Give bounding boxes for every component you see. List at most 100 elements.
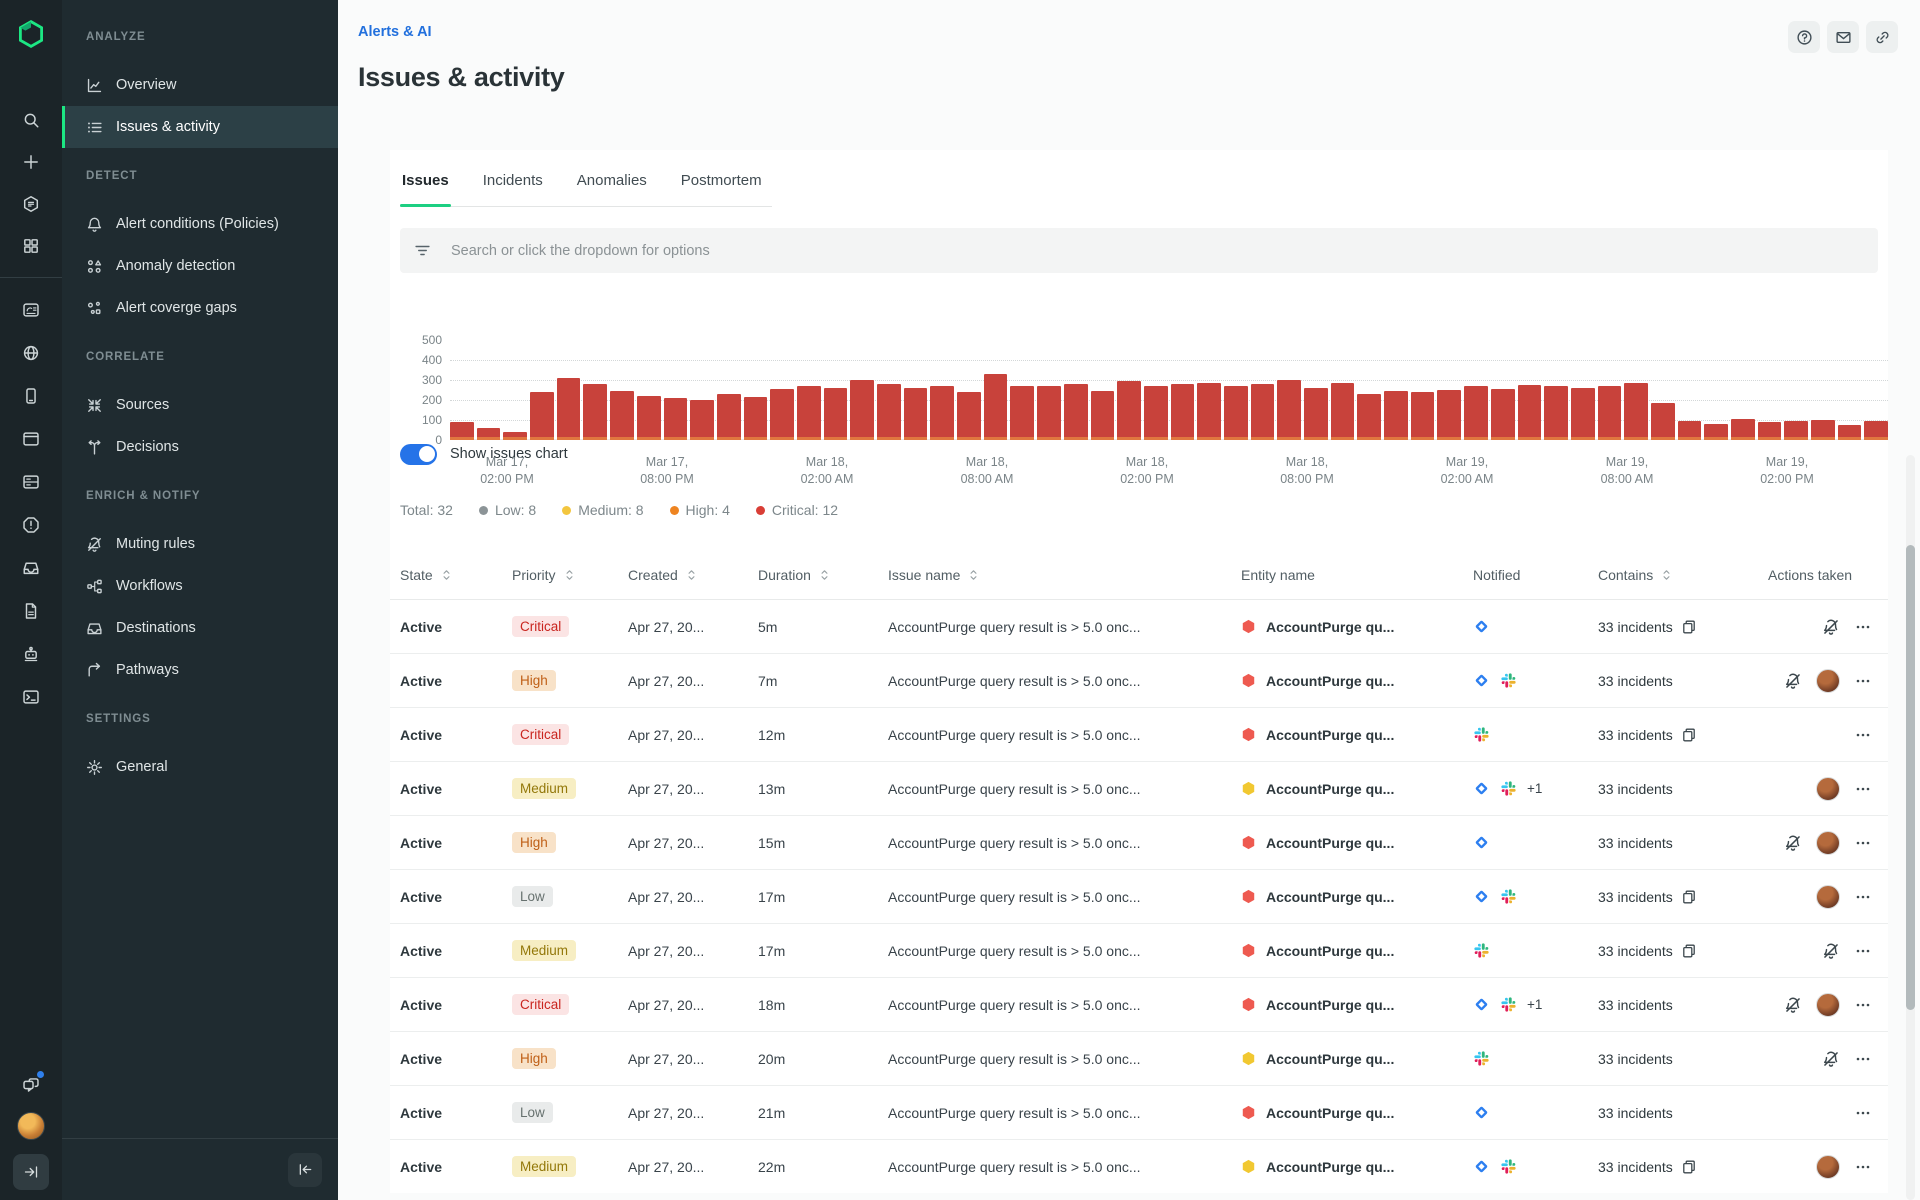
priority-badge: Critical xyxy=(512,616,569,637)
sidebar-item-decisions[interactable]: Decisions xyxy=(62,426,338,468)
rail-grid-button[interactable] xyxy=(11,225,51,267)
issue-name-cell[interactable]: AccountPurge query result is > 5.0 onc..… xyxy=(888,1159,1241,1175)
rail-chat-button[interactable] xyxy=(11,1064,51,1106)
search-input[interactable] xyxy=(449,242,1864,260)
issue-name-cell[interactable]: AccountPurge query result is > 5.0 onc..… xyxy=(888,1105,1241,1121)
table-row[interactable]: ActiveMediumApr 27, 20...17mAccountPurge… xyxy=(390,924,1888,978)
copy-link-button[interactable] xyxy=(1866,21,1898,53)
entity-name-cell[interactable]: AccountPurge qu... xyxy=(1241,889,1473,905)
tab-issues[interactable]: Issues xyxy=(400,164,451,206)
issue-name-cell[interactable]: AccountPurge query result is > 5.0 onc..… xyxy=(888,889,1241,905)
entity-name-cell[interactable]: AccountPurge qu... xyxy=(1241,673,1473,689)
entity-name-cell[interactable]: AccountPurge qu... xyxy=(1241,1105,1473,1121)
row-menu-button[interactable] xyxy=(1854,1104,1872,1122)
entity-name-cell[interactable]: AccountPurge qu... xyxy=(1241,997,1473,1013)
row-menu-button[interactable] xyxy=(1854,942,1872,960)
legend-item-medium[interactable]: Medium: 8 xyxy=(562,502,643,518)
issue-name-cell[interactable]: AccountPurge query result is > 5.0 onc..… xyxy=(888,943,1241,959)
table-row[interactable]: ActiveCriticalApr 27, 20...12mAccountPur… xyxy=(390,708,1888,762)
sidebar-item-general[interactable]: General xyxy=(62,746,338,788)
column-header-state[interactable]: State xyxy=(400,567,512,583)
rail-dashboard-button[interactable] xyxy=(11,288,51,331)
rail-alert-octagon-button[interactable] xyxy=(11,503,51,546)
table-row[interactable]: ActiveLowApr 27, 20...17mAccountPurge qu… xyxy=(390,870,1888,924)
entity-name-cell[interactable]: AccountPurge qu... xyxy=(1241,1159,1473,1175)
entity-name-cell[interactable]: AccountPurge qu... xyxy=(1241,727,1473,743)
entity-name-cell[interactable]: AccountPurge qu... xyxy=(1241,835,1473,851)
row-menu-button[interactable] xyxy=(1854,834,1872,852)
help-button[interactable] xyxy=(1788,21,1820,53)
row-menu-button[interactable] xyxy=(1854,780,1872,798)
row-menu-button[interactable] xyxy=(1854,888,1872,906)
expand-panel-button[interactable] xyxy=(13,1154,49,1190)
rail-inbox-button[interactable] xyxy=(11,546,51,589)
rail-browser-button[interactable] xyxy=(11,417,51,460)
tab-anomalies[interactable]: Anomalies xyxy=(575,164,649,206)
rail-server-button[interactable] xyxy=(11,460,51,503)
sidebar-item-alert-coverge-gaps[interactable]: Alert coverge gaps xyxy=(62,287,338,329)
table-row[interactable]: ActiveHighApr 27, 20...15mAccountPurge q… xyxy=(390,816,1888,870)
issue-name-cell[interactable]: AccountPurge query result is > 5.0 onc..… xyxy=(888,997,1241,1013)
sidebar-item-destinations[interactable]: Destinations xyxy=(62,607,338,649)
tab-postmortem[interactable]: Postmortem xyxy=(679,164,764,206)
row-menu-button[interactable] xyxy=(1854,1050,1872,1068)
rail-mobile-button[interactable] xyxy=(11,374,51,417)
issue-name-cell[interactable]: AccountPurge query result is > 5.0 onc..… xyxy=(888,619,1241,635)
table-row[interactable]: ActiveMediumApr 27, 20...13mAccountPurge… xyxy=(390,762,1888,816)
rail-plus-button[interactable] xyxy=(11,141,51,183)
column-header-duration[interactable]: Duration xyxy=(758,567,888,583)
rail-robot-button[interactable] xyxy=(11,632,51,675)
scrollbar-thumb[interactable] xyxy=(1906,545,1915,1010)
sidebar-item-sources[interactable]: Sources xyxy=(62,384,338,426)
issue-name-cell[interactable]: AccountPurge query result is > 5.0 onc..… xyxy=(888,835,1241,851)
row-menu-button[interactable] xyxy=(1854,672,1872,690)
issue-name-cell[interactable]: AccountPurge query result is > 5.0 onc..… xyxy=(888,781,1241,797)
user-avatar[interactable] xyxy=(17,1112,45,1140)
rail-package-button[interactable] xyxy=(11,183,51,225)
table-row[interactable]: ActiveCriticalApr 27, 20...5mAccountPurg… xyxy=(390,600,1888,654)
breadcrumb[interactable]: Alerts & AI xyxy=(358,24,432,40)
sidebar-item-issues-activity[interactable]: Issues & activity xyxy=(62,106,338,148)
sidebar-item-alert-conditions-policies-[interactable]: Alert conditions (Policies) xyxy=(62,203,338,245)
rail-document-button[interactable] xyxy=(11,589,51,632)
table-row[interactable]: ActiveHighApr 27, 20...7mAccountPurge qu… xyxy=(390,654,1888,708)
entity-name-cell[interactable]: AccountPurge qu... xyxy=(1241,1051,1473,1067)
brand-logo[interactable] xyxy=(15,14,47,54)
entity-name-cell[interactable]: AccountPurge qu... xyxy=(1241,619,1473,635)
sidebar-item-pathways[interactable]: Pathways xyxy=(62,649,338,691)
row-menu-button[interactable] xyxy=(1854,618,1872,636)
issue-name-cell[interactable]: AccountPurge query result is > 5.0 onc..… xyxy=(888,727,1241,743)
rail-terminal-button[interactable] xyxy=(11,675,51,718)
issue-name-cell[interactable]: AccountPurge query result is > 5.0 onc..… xyxy=(888,673,1241,689)
entity-name-cell[interactable]: AccountPurge qu... xyxy=(1241,943,1473,959)
duration-cell: 17m xyxy=(758,889,888,905)
column-header-issue-name[interactable]: Issue name xyxy=(888,567,1241,583)
rail-search-button[interactable] xyxy=(11,99,51,141)
legend-item-critical[interactable]: Critical: 12 xyxy=(756,502,838,518)
column-header-contains[interactable]: Contains xyxy=(1598,567,1768,583)
row-menu-button[interactable] xyxy=(1854,726,1872,744)
table-row[interactable]: ActiveLowApr 27, 20...21mAccountPurge qu… xyxy=(390,1086,1888,1140)
legend-item-high[interactable]: High: 4 xyxy=(670,502,730,518)
tab-incidents[interactable]: Incidents xyxy=(481,164,545,206)
sidebar-item-overview[interactable]: Overview xyxy=(62,64,338,106)
sidebar-item-workflows[interactable]: Workflows xyxy=(62,565,338,607)
rail-globe-button[interactable] xyxy=(11,331,51,374)
feedback-button[interactable] xyxy=(1827,21,1859,53)
sidebar-item-anomaly-detection[interactable]: Anomaly detection xyxy=(62,245,338,287)
row-menu-button[interactable] xyxy=(1854,996,1872,1014)
sidebar-item-muting-rules[interactable]: Muting rules xyxy=(62,523,338,565)
collapse-sidebar-button[interactable] xyxy=(288,1153,322,1187)
row-menu-button[interactable] xyxy=(1854,1158,1872,1176)
column-header-priority[interactable]: Priority xyxy=(512,567,628,583)
sidebar-item-label: Decisions xyxy=(116,439,179,455)
column-header-created[interactable]: Created xyxy=(628,567,758,583)
table-row[interactable]: ActiveCriticalApr 27, 20...18mAccountPur… xyxy=(390,978,1888,1032)
y-axis-tick: 300 xyxy=(400,373,442,387)
filter-icon[interactable] xyxy=(414,242,431,259)
table-row[interactable]: ActiveHighApr 27, 20...20mAccountPurge q… xyxy=(390,1032,1888,1086)
entity-name-cell[interactable]: AccountPurge qu... xyxy=(1241,781,1473,797)
issue-name-cell[interactable]: AccountPurge query result is > 5.0 onc..… xyxy=(888,1051,1241,1067)
table-row[interactable]: ActiveMediumApr 27, 20...22mAccountPurge… xyxy=(390,1140,1888,1193)
legend-item-low[interactable]: Low: 8 xyxy=(479,502,536,518)
